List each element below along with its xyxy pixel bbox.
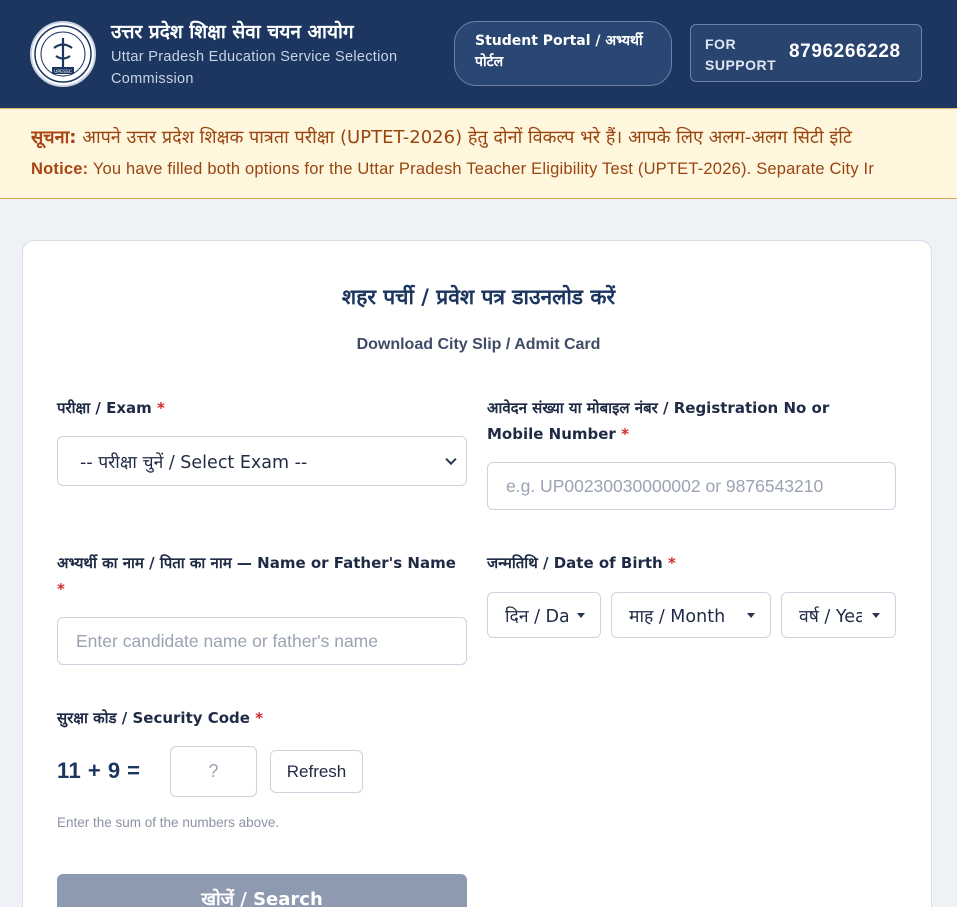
caret-down-icon	[747, 613, 755, 618]
exam-select[interactable]: -- परीक्षा चुनें / Select Exam --	[57, 436, 467, 486]
captcha-input[interactable]: ?	[170, 746, 257, 797]
registration-label-text: आवेदन संख्या या मोबाइल नंबर / Registrati…	[487, 399, 830, 443]
registration-placeholder: e.g. UP00230030000002 or 9876543210	[506, 476, 824, 496]
site-header: UPESSC उत्तर प्रदेश शिक्षा सेवा चयन आयोग…	[0, 0, 957, 108]
org-name-hindi: उत्तर प्रदेश शिक्षा सेवा चयन आयोग	[111, 21, 354, 43]
exam-label-text: परीक्षा / Exam	[57, 399, 152, 417]
exam-label: परीक्षा / Exam *	[57, 395, 467, 421]
caret-down-icon	[872, 613, 880, 618]
caret-down-icon	[577, 613, 585, 618]
svg-text:UPESSC: UPESSC	[54, 69, 72, 75]
notice-line-hindi: सूचना: आपने उत्तर प्रदेश शिक्षक पात्रता …	[31, 125, 923, 149]
support-phone-number[interactable]: 8796266228	[789, 41, 901, 63]
security-label-text: सुरक्षा कोड / Security Code	[57, 709, 250, 727]
notice-text-hindi: आपने उत्तर प्रदेश शिक्षक पात्रता परीक्षा…	[82, 127, 852, 148]
student-portal-button[interactable]: Student Portal / अभ्यर्थी पोर्टल	[454, 21, 672, 86]
page-title: शहर पर्ची / प्रवेश पत्र डाउनलोड करें	[341, 285, 616, 309]
required-mark: *	[667, 554, 676, 572]
notice-text-english: You have filled both options for the Utt…	[92, 160, 875, 178]
notice-key-english: Notice:	[31, 160, 89, 178]
support-box: FOR SUPPORT 8796266228	[690, 24, 922, 82]
required-mark: *	[621, 425, 629, 443]
refresh-button[interactable]: Refresh	[270, 750, 363, 793]
dob-label: जन्मतिथि / Date of Birth *	[487, 550, 887, 576]
required-mark: *	[57, 580, 65, 598]
dob-label-text: जन्मतिथि / Date of Birth	[487, 554, 663, 572]
registration-input[interactable]: e.g. UP00230030000002 or 9876543210	[487, 462, 896, 510]
dob-month-value: माह / Month	[629, 607, 726, 627]
page-subtitle: Download City Slip / Admit Card	[356, 336, 601, 353]
name-label: अभ्यर्थी का नाम / पिता का नाम — Name or …	[57, 550, 467, 602]
security-label: सुरक्षा कोड / Security Code *	[57, 705, 467, 731]
notice-key-hindi: सूचना:	[31, 127, 77, 148]
notice-banner: सूचना: आपने उत्तर प्रदेश शिक्षक पात्रता …	[0, 108, 957, 199]
dob-year-select[interactable]: वर्ष / Year	[781, 592, 896, 638]
required-mark: *	[255, 709, 264, 727]
org-name-english: Uttar Pradesh Education Service Selectio…	[111, 49, 398, 87]
notice-line-english: Notice: You have filled both options for…	[31, 160, 923, 179]
chevron-down-icon	[445, 453, 457, 466]
name-label-text: अभ्यर्थी का नाम / पिता का नाम — Name or …	[57, 554, 456, 572]
required-mark: *	[157, 399, 165, 417]
upessc-emblem-icon[interactable]: UPESSC	[30, 21, 96, 87]
support-label: FOR SUPPORT	[705, 36, 777, 73]
dob-day-select[interactable]: दिन / Day	[487, 592, 601, 638]
captcha-question: 11 + 9 =	[57, 758, 141, 783]
registration-label: आवेदन संख्या या मोबाइल नंबर / Registrati…	[487, 395, 887, 447]
search-button[interactable]: खोजें / Search	[57, 874, 467, 907]
exam-select-value: -- परीक्षा चुनें / Select Exam --	[80, 453, 308, 473]
dob-month-select[interactable]: माह / Month	[611, 592, 771, 638]
name-placeholder: Enter candidate name or father's name	[76, 631, 378, 651]
name-input[interactable]: Enter candidate name or father's name	[57, 617, 467, 665]
captcha-hint: Enter the sum of the numbers above.	[57, 815, 280, 830]
